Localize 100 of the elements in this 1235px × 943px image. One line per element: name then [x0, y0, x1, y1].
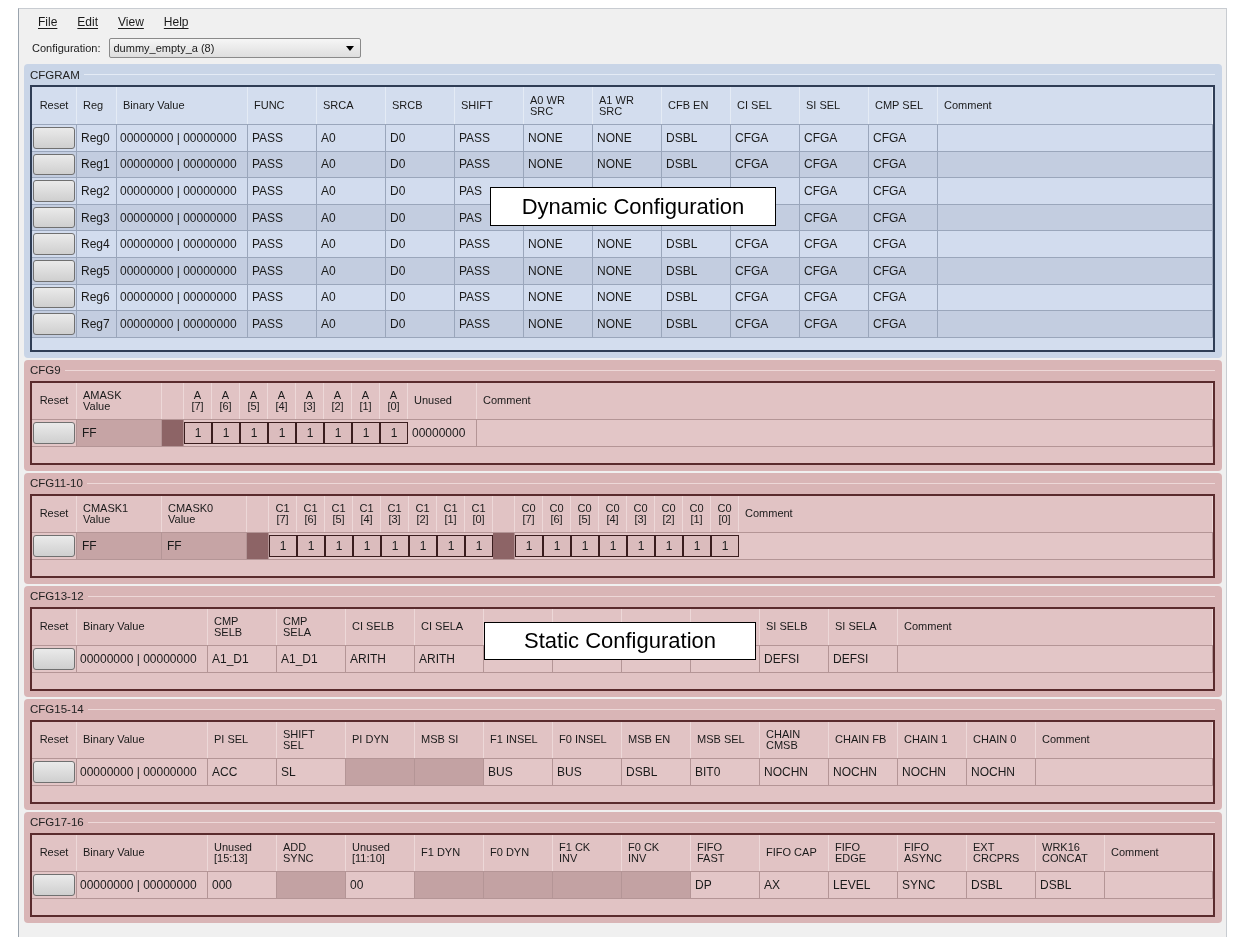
bit-toggle[interactable]: 1	[297, 534, 325, 557]
table-cell[interactable]: NONE	[593, 151, 662, 178]
configuration-dropdown[interactable]: dummy_empty_a (8)	[108, 38, 361, 58]
table-cell[interactable]: 00000000 | 00000000	[117, 257, 248, 284]
table-cell[interactable]: 00000000 | 00000000	[77, 871, 208, 898]
table-cell[interactable]: Reg7	[77, 311, 117, 337]
table-cell[interactable]: NOCHN	[967, 758, 1036, 785]
table-cell[interactable]: CFGA	[731, 284, 800, 311]
menu-item[interactable]: Help	[155, 15, 197, 29]
table-cell[interactable]: PASS	[248, 284, 317, 311]
table-cell[interactable]: A0	[317, 231, 386, 257]
table-cell[interactable]: PASS	[455, 125, 524, 151]
table-cell[interactable]: 00000000 | 00000000	[117, 311, 248, 337]
table-cell[interactable]: NONE	[593, 257, 662, 284]
table-cell[interactable]: BIT0	[691, 758, 760, 785]
bit-toggle[interactable]: 1	[240, 421, 268, 444]
reset-button[interactable]	[33, 760, 75, 783]
reset-button[interactable]	[33, 127, 75, 149]
bit-toggle[interactable]: 1	[711, 534, 739, 557]
table-cell[interactable]: Reg5	[77, 257, 117, 284]
table-cell[interactable]: CFGA	[800, 284, 869, 311]
table-cell[interactable]: ARITH	[346, 645, 415, 672]
table-cell[interactable]: ACC	[208, 758, 277, 785]
table-cell[interactable]: CFGA	[731, 257, 800, 284]
table-cell[interactable]: CFGA	[731, 231, 800, 257]
reset-button[interactable]	[33, 180, 75, 202]
table-cell[interactable]: NOCHN	[829, 758, 898, 785]
table-cell[interactable]: Reg6	[77, 284, 117, 311]
table-cell[interactable]: CFGA	[800, 231, 869, 257]
menu-item[interactable]: File	[30, 15, 66, 29]
table-cell[interactable]: CFGA	[800, 204, 869, 231]
bit-toggle[interactable]: 1	[655, 534, 683, 557]
table-cell[interactable]: NONE	[524, 284, 593, 311]
table-cell[interactable]: PASS	[455, 311, 524, 337]
table-cell[interactable]: 00000000 | 00000000	[117, 178, 248, 204]
table-cell[interactable]: CFGA	[731, 125, 800, 151]
table-cell[interactable]: A0	[317, 178, 386, 204]
table-cell[interactable]: Reg1	[77, 151, 117, 178]
table-cell[interactable]: 00000000	[408, 419, 477, 446]
table-cell[interactable]: BUS	[484, 758, 553, 785]
table-cell[interactable]: CFGA	[869, 257, 938, 284]
table-cell[interactable]: CFGA	[731, 151, 800, 178]
bit-toggle[interactable]: 1	[269, 534, 297, 557]
table-cell[interactable]: DP	[691, 871, 760, 898]
table-cell[interactable]: DSBL	[662, 231, 731, 257]
table-cell[interactable]: DSBL	[662, 257, 731, 284]
table-cell[interactable]: CFGA	[869, 125, 938, 151]
table-cell[interactable]: DSBL	[662, 284, 731, 311]
table-cell[interactable]: DSBL	[622, 758, 691, 785]
menu-item[interactable]: Edit	[69, 15, 107, 29]
table-cell[interactable]: DSBL	[967, 871, 1036, 898]
table-cell[interactable]: CFGA	[800, 311, 869, 337]
bit-toggle[interactable]: 1	[599, 534, 627, 557]
table-cell[interactable]: D0	[386, 178, 455, 204]
table-cell[interactable]: CFGA	[869, 284, 938, 311]
table-cell[interactable]: Reg0	[77, 125, 117, 151]
table-cell[interactable]: 00000000 | 00000000	[117, 151, 248, 178]
table-cell[interactable]: NONE	[524, 151, 593, 178]
table-cell[interactable]: PASS	[248, 178, 317, 204]
table-cell[interactable]: NONE	[524, 311, 593, 337]
table-cell[interactable]: CFGA	[800, 257, 869, 284]
table-cell[interactable]: DSBL	[1036, 871, 1105, 898]
table-cell[interactable]: D0	[386, 151, 455, 178]
bit-toggle[interactable]: 1	[409, 534, 437, 557]
table-cell[interactable]: CFGA	[731, 311, 800, 337]
table-cell[interactable]: NONE	[524, 257, 593, 284]
table-cell[interactable]: NONE	[593, 125, 662, 151]
table-cell[interactable]: D0	[386, 204, 455, 231]
table-cell[interactable]: CFGA	[800, 151, 869, 178]
bit-toggle[interactable]: 1	[437, 534, 465, 557]
table-cell[interactable]: PASS	[455, 151, 524, 178]
table-cell[interactable]: DSBL	[662, 125, 731, 151]
table-cell[interactable]: 00000000 | 00000000	[117, 284, 248, 311]
table-cell[interactable]: PASS	[248, 204, 317, 231]
table-cell[interactable]: A1_D1	[208, 645, 277, 672]
table-cell[interactable]: NONE	[524, 231, 593, 257]
table-cell[interactable]: D0	[386, 257, 455, 284]
table-cell[interactable]: DSBL	[662, 311, 731, 337]
table-cell[interactable]: PASS	[455, 257, 524, 284]
table-cell[interactable]: CFGA	[869, 151, 938, 178]
table-cell[interactable]: CFGA	[869, 231, 938, 257]
table-cell[interactable]: NONE	[593, 311, 662, 337]
reset-button[interactable]	[33, 286, 75, 309]
bit-toggle[interactable]: 1	[380, 421, 408, 444]
table-cell[interactable]: CFGA	[800, 125, 869, 151]
table-cell[interactable]: D0	[386, 311, 455, 337]
bit-toggle[interactable]: 1	[184, 421, 212, 444]
table-cell[interactable]: D0	[386, 231, 455, 257]
bit-toggle[interactable]: 1	[212, 421, 240, 444]
reset-button[interactable]	[33, 206, 75, 229]
table-cell[interactable]: Reg3	[77, 204, 117, 231]
table-cell[interactable]: SYNC	[898, 871, 967, 898]
bit-toggle[interactable]: 1	[352, 421, 380, 444]
reset-button[interactable]	[33, 873, 75, 896]
bit-toggle[interactable]: 1	[296, 421, 324, 444]
bit-toggle[interactable]: 1	[381, 534, 409, 557]
reset-button[interactable]	[33, 421, 75, 444]
table-cell[interactable]: NONE	[524, 125, 593, 151]
table-cell[interactable]: 00000000 | 00000000	[77, 758, 208, 785]
table-cell[interactable]: CFGA	[869, 204, 938, 231]
